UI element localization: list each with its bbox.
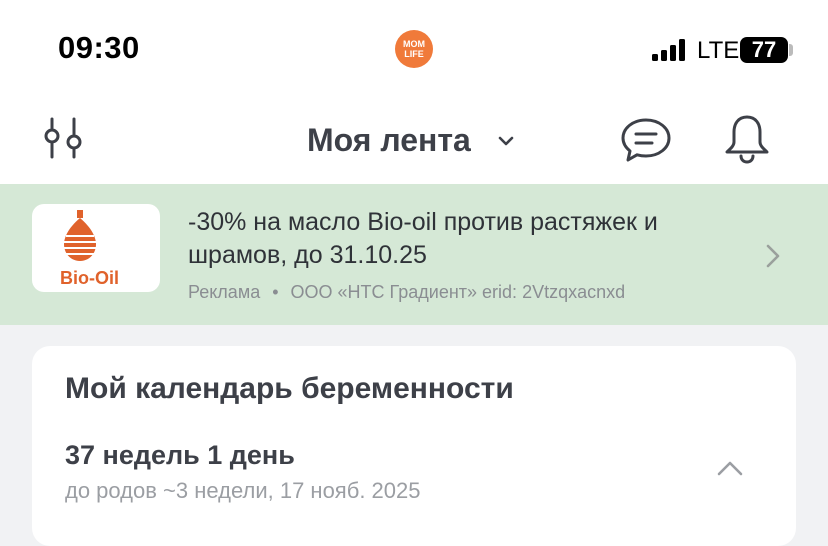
bio-oil-logo: Bio-Oil <box>32 204 160 292</box>
ad-label: Реклама <box>188 282 261 302</box>
bio-oil-brand: Bio-Oil <box>60 268 119 288</box>
filter-icon[interactable] <box>40 116 86 162</box>
app-logo: MOM LIFE <box>395 30 433 68</box>
due-date-text: до родов ~3 недели, 17 нояб. 2025 <box>65 478 421 503</box>
ad-separator: • <box>272 282 279 302</box>
chat-icon[interactable] <box>620 116 672 164</box>
chevron-right-icon[interactable] <box>762 242 784 270</box>
network-label: LTE <box>697 37 740 64</box>
bell-icon[interactable] <box>722 112 772 166</box>
status-time: 09:30 <box>58 30 140 65</box>
battery-cap <box>789 44 793 56</box>
oil-drop-icon <box>64 210 96 261</box>
calendar-title[interactable]: Мой календарь беременности <box>65 372 514 406</box>
feed-selector[interactable]: Моя лента <box>307 122 471 159</box>
ad-advertiser: ООО «НТС Градиент» erid: 2Vtzqxacnxd <box>290 282 626 302</box>
pregnancy-week: 37 недель 1 день <box>65 440 295 470</box>
ad-title[interactable]: -30% на масло Bio-oil против растяжек и … <box>188 206 748 272</box>
signal-icon <box>652 39 685 61</box>
chevron-down-icon[interactable] <box>496 131 516 151</box>
ad-meta: Реклама • ООО «НТС Градиент» erid: 2Vtzqxa… <box>188 282 625 303</box>
app-logo-text: MOM LIFE <box>403 39 425 59</box>
battery-indicator: 77 <box>740 37 788 63</box>
chevron-up-icon[interactable] <box>716 458 744 478</box>
